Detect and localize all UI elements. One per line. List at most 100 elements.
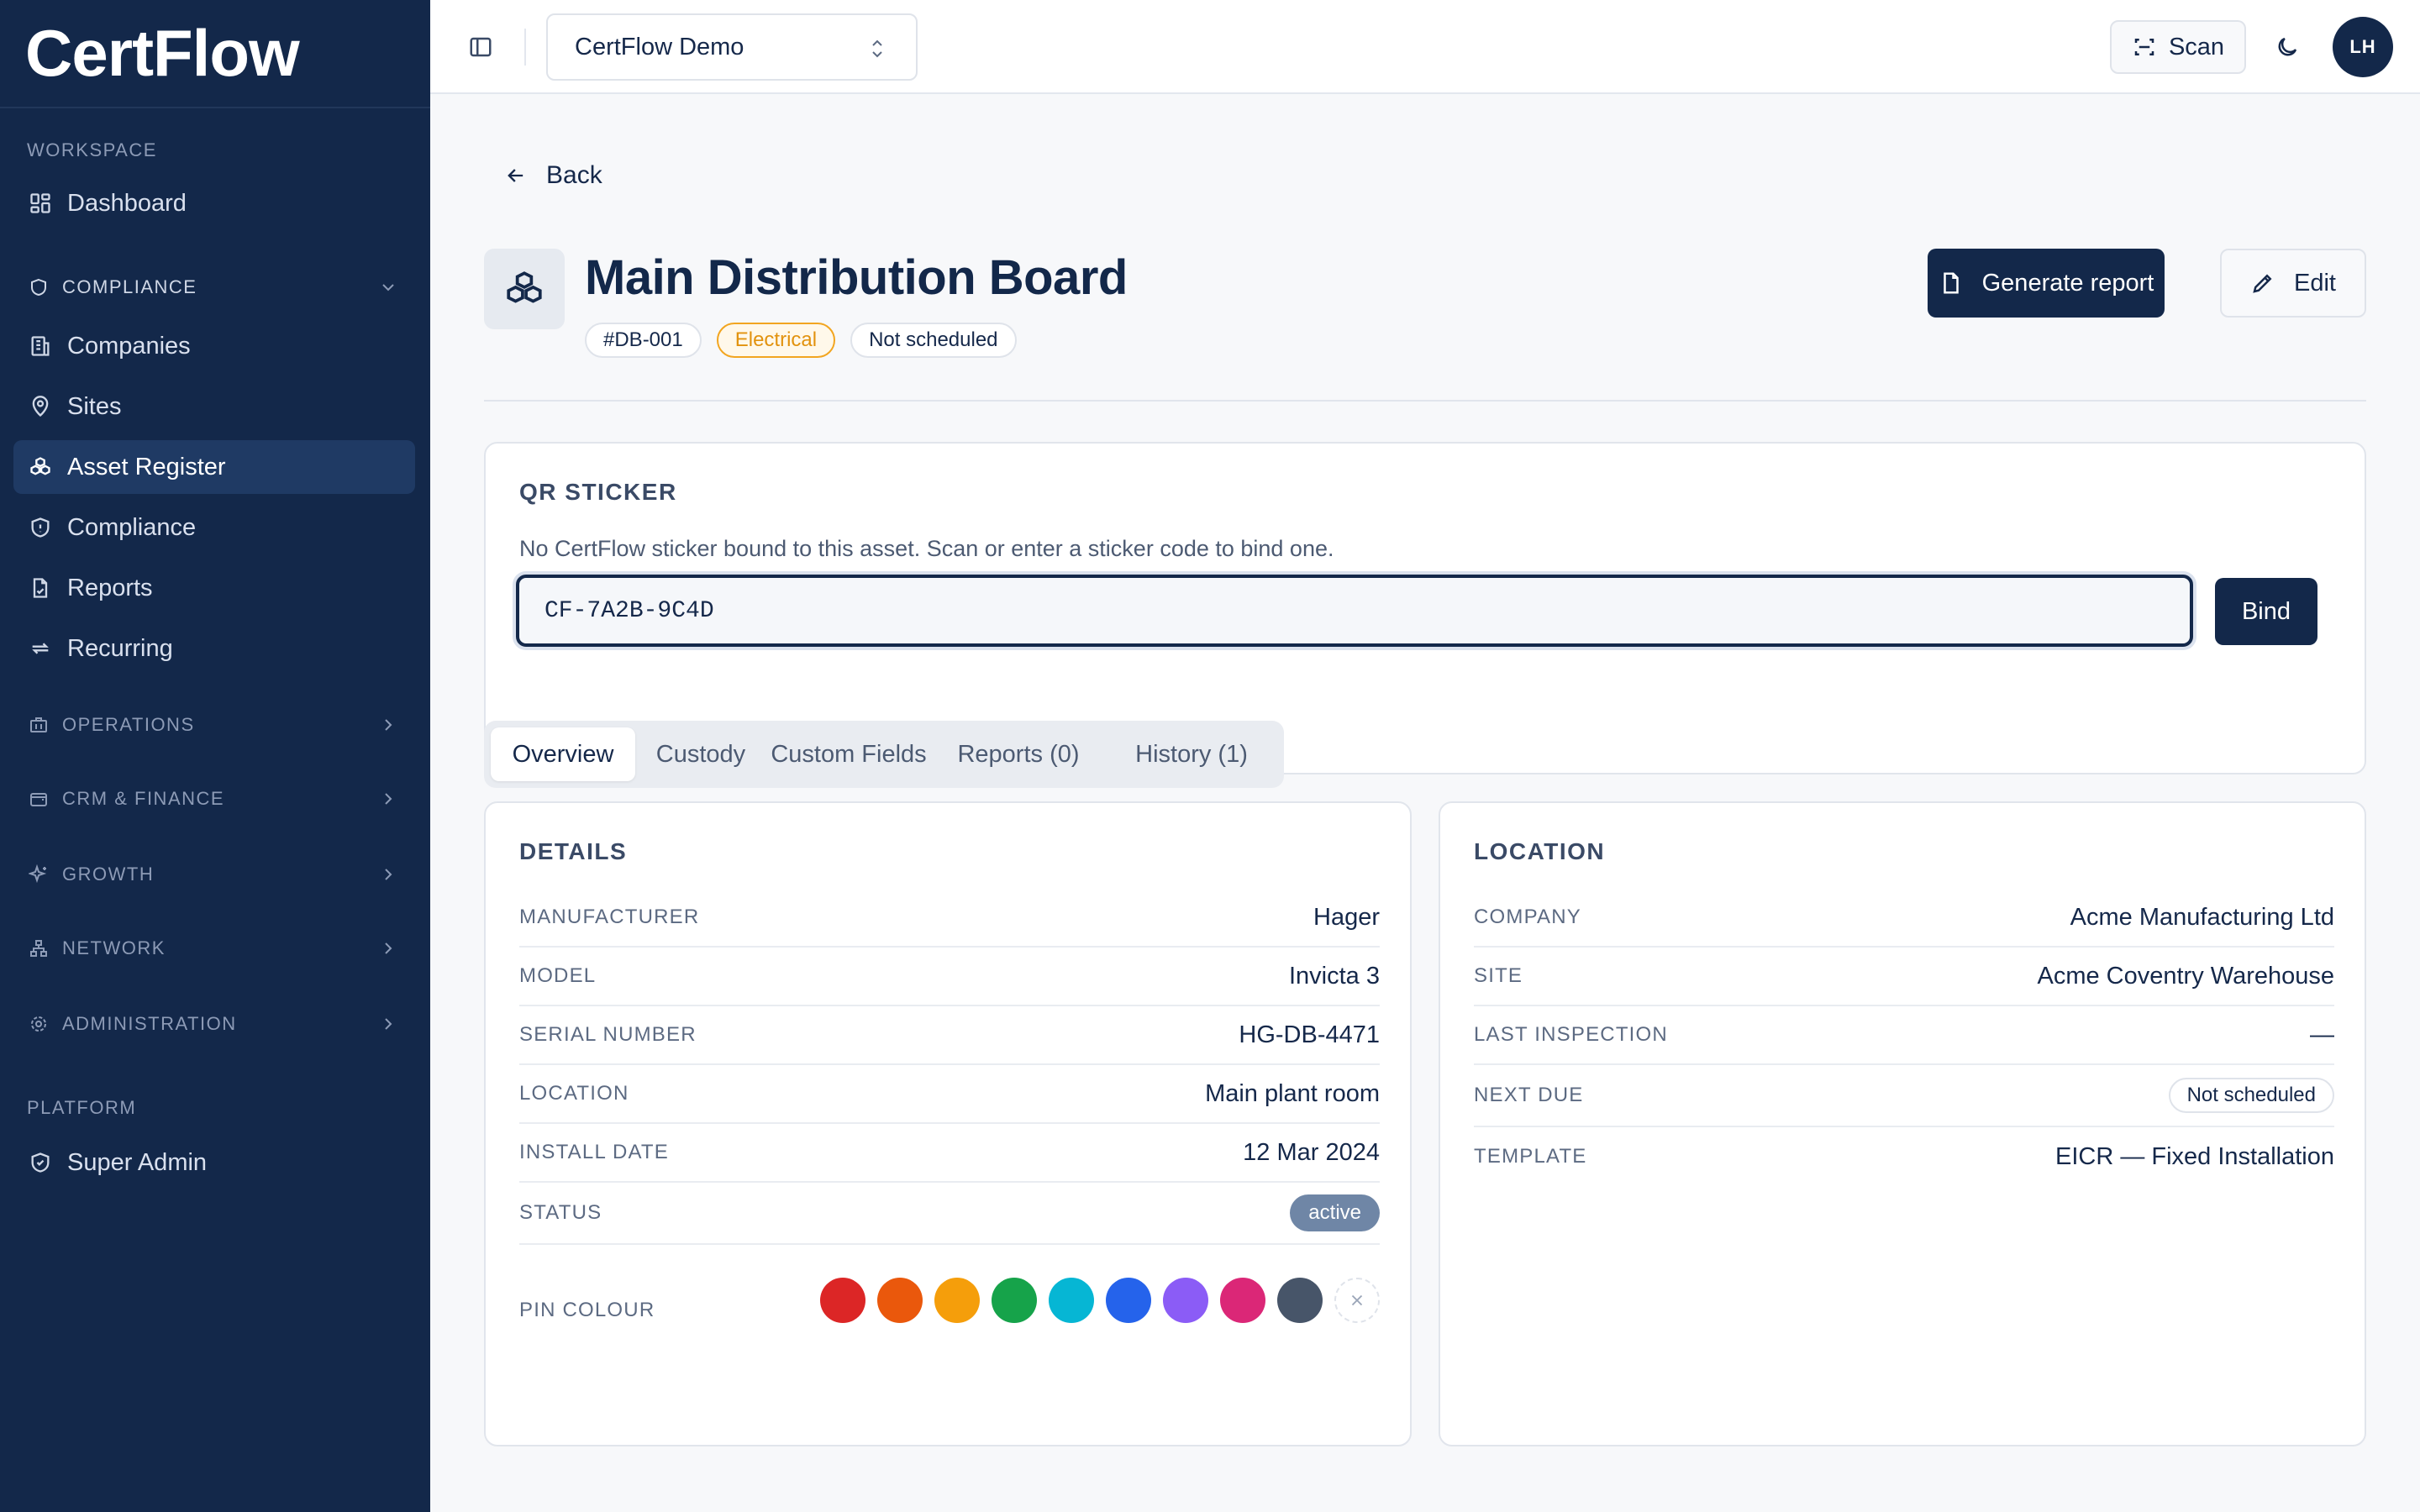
sidebar-item-compliance[interactable]: Compliance [13, 501, 415, 554]
category-badge: Electrical [716, 323, 836, 358]
location-card: LOCATION COMPANY Acme Manufacturing Ltd … [1439, 801, 2366, 1446]
chevron-right-icon [385, 719, 392, 731]
row-value: EICR — Fixed Installation [2054, 1142, 2334, 1170]
wallet-icon [27, 787, 50, 811]
generate-report-button[interactable]: Generate report [1928, 249, 2165, 318]
sticker-code-input[interactable]: CF-7A2B-9C4D [516, 575, 2193, 647]
scan-label: Scan [2168, 33, 2225, 60]
sidebar-item-label: Reports [67, 574, 153, 601]
group-label: GROWTH [62, 864, 155, 885]
sidebar-item-reports[interactable]: Reports [13, 561, 415, 615]
scan-icon [2134, 39, 2154, 55]
sidebar-item-companies[interactable]: Companies [13, 319, 415, 373]
detail-row-manufacturer: MANUFACTURER Hager [519, 889, 1380, 948]
divider [484, 400, 2366, 402]
row-label: STATUS [519, 1201, 602, 1224]
pin-colour-pink[interactable] [1220, 1278, 1265, 1323]
location-row-template: TEMPLATE EICR — Fixed Installation [1474, 1127, 2334, 1186]
shield-icon [27, 514, 54, 541]
row-label: LOCATION [519, 1082, 629, 1105]
qr-description: No CertFlow sticker bound to this asset.… [519, 536, 1334, 561]
details-card-title: DETAILS [519, 838, 628, 864]
sidebar-toggle-icon[interactable] [464, 30, 497, 64]
sidebar-item-label: Asset Register [67, 453, 226, 480]
sidebar-item-sites[interactable]: Sites [13, 380, 415, 433]
sidebar-item-recurring[interactable]: Recurring [13, 622, 415, 675]
back-button[interactable]: Back [504, 161, 602, 190]
detail-row-pin-colour: PIN COLOUR [519, 1245, 1380, 1356]
location-row-last-inspection: LAST INSPECTION — [1474, 1006, 2334, 1065]
detail-row-model: MODEL Invicta 3 [519, 948, 1380, 1006]
sidebar-group-administration[interactable]: ADMINISTRATION [13, 1003, 415, 1045]
location-row-next-due: NEXT DUE Not scheduled [1474, 1065, 2334, 1127]
asset-id-badge: #DB-001 [585, 323, 702, 358]
sidebar-item-asset-register[interactable]: Asset Register [13, 440, 415, 494]
details-card: DETAILS MANUFACTURER Hager MODEL Invicta… [484, 801, 1412, 1446]
sidebar-group-crm-finance[interactable]: CRM & FINANCE [13, 778, 415, 820]
pin-colour-slate[interactable] [1277, 1278, 1323, 1323]
row-label: LAST INSPECTION [1474, 1023, 1668, 1046]
back-label: Back [546, 161, 602, 189]
file-icon [1943, 272, 1959, 294]
page-title: Main Distribution Board [585, 250, 1128, 305]
workspace-select[interactable]: CertFlow Demo [546, 13, 918, 81]
location-row-site: SITE Acme Coventry Warehouse [1474, 948, 2334, 1006]
edit-label: Edit [2294, 269, 2336, 297]
tab-custody[interactable]: Custody [639, 727, 763, 781]
sidebar-item-label: Sites [67, 392, 122, 420]
tab-custom-fields[interactable]: Custom Fields [766, 727, 931, 781]
clear-colour-icon[interactable] [1334, 1278, 1380, 1323]
chevrons-up-down-icon [872, 39, 882, 58]
asset-tags: #DB-001 Electrical Not scheduled [585, 323, 1032, 358]
scan-button[interactable]: Scan [2110, 20, 2246, 74]
tab-reports[interactable]: Reports (0) [934, 727, 1102, 781]
row-label: MODEL [519, 964, 597, 987]
schedule-badge: Not scheduled [850, 323, 1017, 358]
bind-button[interactable]: Bind [2215, 578, 2317, 645]
pin-colour-blue[interactable] [1106, 1278, 1151, 1323]
pin-colour-purple[interactable] [1163, 1278, 1208, 1323]
tab-history[interactable]: History (1) [1106, 727, 1277, 781]
repeat-icon [27, 635, 54, 662]
app-name: CertFlow [25, 16, 300, 90]
detail-row-location: LOCATION Main plant room [519, 1065, 1380, 1124]
sidebar-item-dashboard[interactable]: Dashboard [13, 176, 415, 230]
chevron-right-icon [385, 793, 392, 805]
row-value: 12 Mar 2024 [1243, 1138, 1380, 1166]
sidebar-group-network[interactable]: NETWORK [13, 927, 415, 969]
row-label: MANUFACTURER [519, 906, 700, 928]
group-label: OPERATIONS [62, 714, 195, 735]
row-value: Acme Manufacturing Ltd [2070, 903, 2334, 931]
avatar[interactable]: LH [2333, 17, 2393, 77]
row-label: NEXT DUE [1474, 1084, 1584, 1106]
top-bar: CertFlow Demo Scan LH [430, 0, 2420, 94]
pin-colour-orange[interactable] [877, 1278, 923, 1323]
tab-overview[interactable]: Overview [491, 727, 635, 781]
sidebar-group-operations[interactable]: OPERATIONS [13, 704, 415, 746]
pin-colour-cyan[interactable] [1049, 1278, 1094, 1323]
tab-bar: Overview Custody Custom Fields Reports (… [484, 721, 1284, 788]
sidebar-group-growth[interactable]: GROWTH [13, 853, 415, 895]
row-label: PIN COLOUR [519, 1299, 655, 1321]
moon-icon[interactable] [2270, 30, 2304, 64]
shield-icon [27, 276, 50, 299]
briefcase-icon [27, 713, 50, 737]
chevron-right-icon [385, 942, 392, 954]
location-row-company: COMPANY Acme Manufacturing Ltd [1474, 889, 2334, 948]
row-value: — [2310, 1021, 2334, 1048]
pin-colour-amber[interactable] [934, 1278, 980, 1323]
pin-colour-green[interactable] [992, 1278, 1037, 1323]
chevron-right-icon [385, 1018, 392, 1030]
network-icon [27, 937, 50, 960]
row-label: SITE [1474, 964, 1523, 987]
group-label: CRM & FINANCE [62, 788, 225, 809]
sidebar-group-compliance[interactable]: COMPLIANCE [13, 266, 415, 308]
pin-colour-picker [808, 1278, 1380, 1323]
edit-button[interactable]: Edit [2220, 249, 2366, 318]
sidebar-item-super-admin[interactable]: Super Admin [13, 1136, 415, 1189]
app-logo[interactable]: CertFlow [0, 0, 430, 108]
status-badge: active [1290, 1194, 1380, 1231]
gear-icon [27, 1012, 50, 1036]
dashboard-icon [27, 190, 54, 217]
pin-colour-red[interactable] [820, 1278, 865, 1323]
